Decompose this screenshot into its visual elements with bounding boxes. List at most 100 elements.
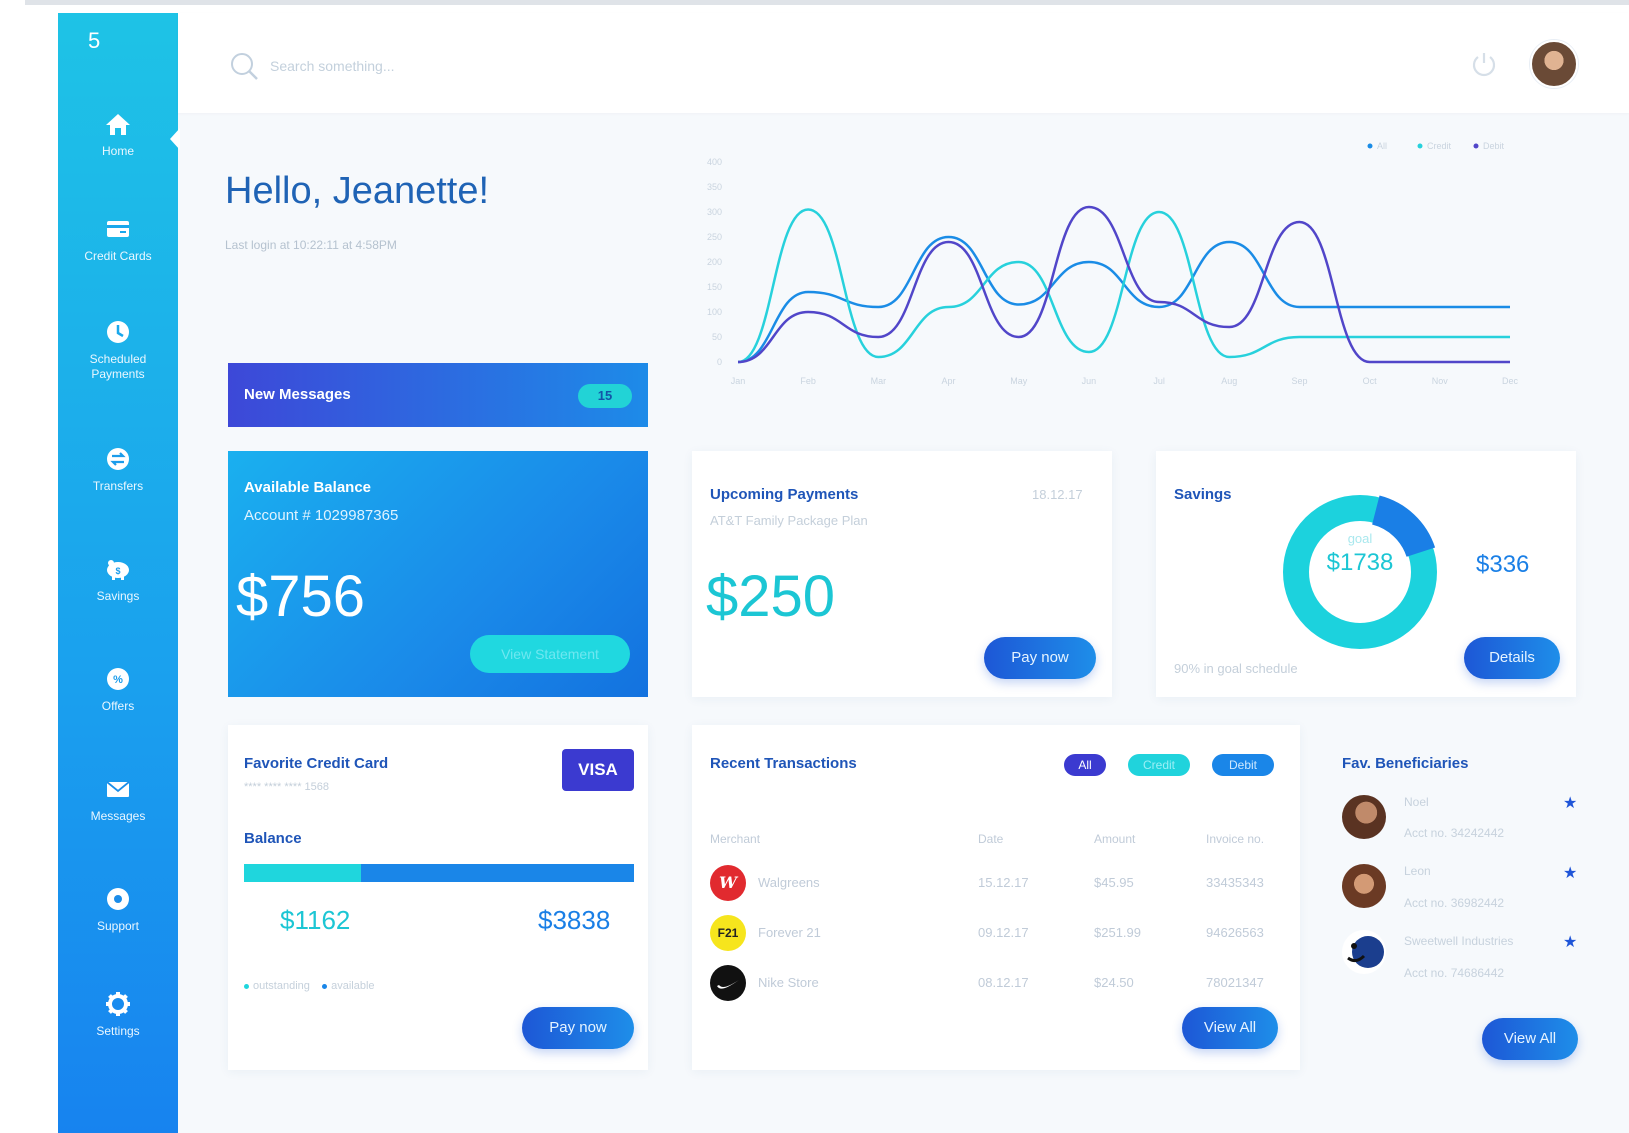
sidebar-item-support[interactable]: Support [58,883,178,934]
legend-label-debit: Debit [1483,141,1505,151]
power-icon[interactable] [1468,48,1500,80]
envelope-icon [106,781,130,797]
beneficiary-avatar [1342,795,1386,839]
transaction-date: 15.12.17 [978,875,1029,890]
y-tick-label: 250 [707,232,722,242]
x-tick-label: Oct [1363,376,1378,386]
sidebar-item-offers[interactable]: % Offers [58,663,178,714]
y-tick-label: 150 [707,282,722,292]
filter-debit-chip[interactable]: Debit [1212,754,1274,776]
star-icon[interactable]: ★ [1563,793,1577,813]
sidebar-item-scheduled-payments[interactable]: Scheduled Payments [58,316,178,382]
sidebar-item-label: Home [101,144,134,158]
y-tick-label: 200 [707,257,722,267]
star-icon[interactable]: ★ [1563,863,1577,883]
sidebar-item-label: Support [96,919,140,933]
sidebar-item-label: Savings [96,589,140,603]
transaction-date: 09.12.17 [978,925,1029,940]
star-icon[interactable]: ★ [1563,932,1577,952]
svg-text:%: % [113,674,123,686]
upcoming-payments-card: Upcoming Payments AT&T Family Package Pl… [692,451,1112,697]
sidebar-item-credit-cards[interactable]: Credit Cards [58,213,178,264]
series-line-credit [737,208,1510,364]
x-tick-label: Dec [1502,376,1519,386]
balance-title: Available Balance [244,479,372,496]
new-messages-bar[interactable]: New Messages 15 [228,363,648,427]
legend-label-credit: Credit [1427,141,1452,151]
credit-card-title: Favorite Credit Card [244,755,389,772]
sidebar: Home Credit Cards Scheduled Payments Tra… [58,13,178,1133]
savings-saved-amount: $336 [1476,551,1530,578]
upcoming-payment-date: 18.12.17 [1032,487,1083,502]
merchant-name: Walgreens [758,875,820,890]
pay-now-button[interactable]: Pay now [984,637,1096,679]
filter-all-chip[interactable]: All [1064,754,1106,776]
legend-dot-available [322,983,328,989]
search-icon[interactable] [228,50,262,84]
beneficiary-name: Leon [1404,864,1431,878]
credit-outstanding-amount: $1162 [280,905,351,935]
sidebar-item-label: Settings [96,1024,140,1038]
y-tick-label: 100 [707,307,722,317]
y-tick-label: 50 [712,332,722,342]
home-icon [106,114,130,135]
x-tick-label: Mar [871,376,887,386]
x-tick-label: Feb [800,376,816,386]
sweetwell-logo-icon [1347,936,1384,968]
search-input[interactable] [270,55,520,77]
transaction-invoice: 94626563 [1206,925,1264,940]
beneficiary-account: Acct no. 74686442 [1404,966,1505,980]
column-amount: Amount [1094,832,1136,846]
y-tick-label: 0 [717,357,722,367]
sidebar-item-label: Messages [90,809,146,823]
new-messages-label: New Messages [244,386,351,403]
transactions-line-chart: 0 50 100 150 200 250 300 350 400 Jan Feb Mar Apr May J… [707,141,1519,386]
sidebar-item-settings[interactable]: Settings [58,988,178,1039]
savings-goal-label: goal [1347,531,1373,546]
credit-available-amount: $3838 [538,905,611,935]
transactions-view-all-button[interactable]: View All [1182,1007,1278,1049]
savings-note: 90% in goal schedule [1174,661,1298,676]
forever21-logo: F21 [710,915,746,951]
beneficiary-avatar [1342,930,1386,974]
legend-label-all: All [1377,141,1387,151]
gear-icon [106,992,130,1016]
view-statement-button[interactable]: View Statement [470,635,630,673]
transaction-amount: $24.50 [1094,975,1134,990]
available-balance-card: Available Balance Account # 1029987365 $… [228,451,648,697]
sidebar-item-transfers[interactable]: Transfers [58,443,178,494]
messages-count-badge: 15 [578,384,632,408]
filter-credit-chip[interactable]: Credit [1128,754,1190,776]
y-tick-label: 300 [707,207,722,217]
legend-marker-debit [1473,143,1479,149]
sidebar-item-savings[interactable]: $ Savings [58,553,178,604]
credit-legend: outstanding available [244,980,375,992]
sidebar-item-messages[interactable]: Messages [58,773,178,824]
sidebar-item-label: Transfers [92,479,144,493]
transaction-amount: $251.99 [1094,925,1141,940]
column-invoice: Invoice no. [1206,832,1265,846]
sidebar-item-home[interactable]: Home [58,108,178,159]
beneficiary-avatar [1342,864,1386,908]
step-number: 5 [88,28,101,53]
top-border [25,0,1629,5]
savings-details-button[interactable]: Details [1464,637,1560,679]
user-avatar[interactable] [1530,40,1578,88]
x-tick-label: Sep [1291,376,1307,386]
sidebar-item-label: Scheduled Payments [89,352,147,381]
beneficiaries-view-all-button[interactable]: View All [1482,1018,1578,1060]
credit-outstanding-fill [244,864,361,882]
clock-icon [107,321,129,343]
x-tick-label: Aug [1221,376,1237,386]
transaction-invoice: 78021347 [1206,975,1264,990]
legend-available: available [331,980,375,992]
credit-balance-bar [244,864,634,882]
credit-card-number: **** **** **** 1568 [244,781,330,793]
merchant-name: Nike Store [758,975,819,990]
recent-transactions-card: Recent Transactions All Credit Debit Mer… [692,725,1300,1070]
account-number: Account # 1029987365 [244,507,399,524]
sidebar-item-label: Credit Cards [84,249,152,263]
credit-card-icon [107,221,129,237]
credit-pay-now-button[interactable]: Pay now [522,1007,634,1049]
nike-swoosh-icon [717,980,739,989]
